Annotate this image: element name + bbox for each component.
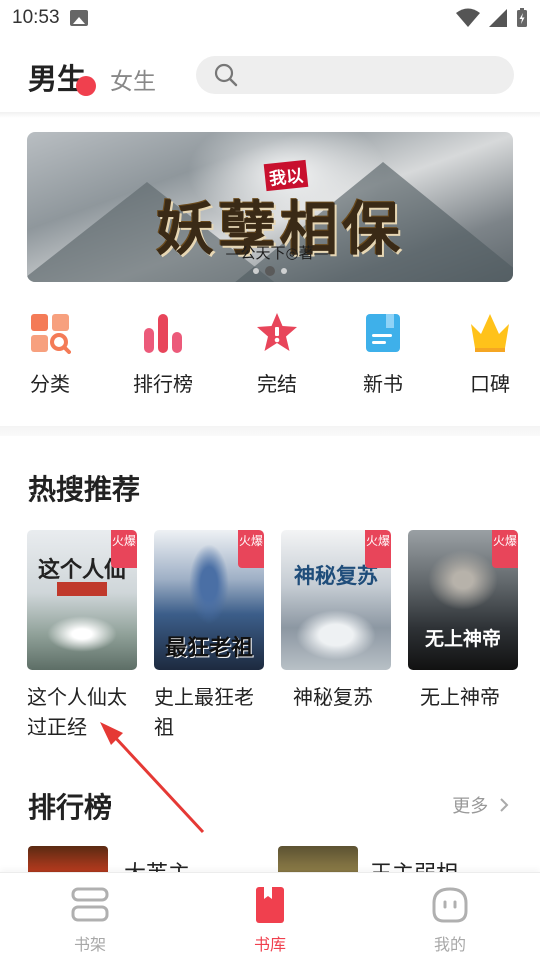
library-book-icon [250, 885, 290, 925]
ranking-more-link[interactable]: 更多 [452, 792, 510, 818]
hot-search-title: 热搜推荐 [28, 473, 141, 506]
book-card[interactable]: 神秘复苏 火爆 神秘复苏 [281, 530, 391, 712]
cover-decoration [296, 610, 376, 660]
chevron-right-icon [500, 798, 509, 812]
quick-nav-label: 口碑 [470, 372, 510, 396]
hot-tag: 火爆 [492, 530, 518, 568]
tab-female[interactable]: 女生 [110, 62, 156, 96]
cover-decoration [428, 550, 498, 610]
nav-label: 书架 [73, 935, 106, 954]
book-cover: 神秘复苏 火爆 [281, 530, 391, 670]
nav-bookshelf[interactable]: 书架 [40, 885, 140, 955]
banner-dot-active [265, 266, 275, 276]
gallery-notification-icon [69, 10, 88, 26]
new-book-icon [362, 312, 404, 354]
book-title: 神秘复苏 [293, 685, 373, 709]
quick-nav-ranking[interactable]: 排行榜 [118, 312, 208, 397]
finished-star-icon [256, 312, 298, 354]
book-title: 史上最狂老祖 [154, 685, 254, 739]
cover-decoration [47, 616, 117, 652]
hot-tag: 火爆 [365, 530, 391, 568]
quick-nav-finished[interactable]: 完结 [232, 312, 322, 397]
signal-icon [489, 9, 507, 27]
quick-nav-label: 分类 [30, 372, 70, 396]
book-title: 这个人仙太过正经 [27, 685, 127, 739]
hot-tag: 火爆 [111, 530, 137, 568]
nav-label: 书库 [253, 935, 286, 954]
banner-dot [253, 268, 259, 274]
book-card[interactable]: 无上神帝 火爆 无上神帝 [408, 530, 518, 712]
top-header: 男生 女生 [0, 40, 540, 110]
quick-nav-reputation[interactable]: 口碑 [445, 312, 535, 397]
book-cover: 最狂老祖 火爆 [154, 530, 264, 670]
promo-banner[interactable]: 我以 妖孽相保 —公天下◎著— [27, 132, 513, 282]
hot-tag: 火爆 [238, 530, 264, 568]
bookshelf-icon [70, 885, 110, 925]
quick-nav-label: 排行榜 [133, 372, 193, 396]
section-divider [0, 426, 540, 436]
crown-icon [469, 312, 511, 354]
cover-decoration [57, 582, 107, 596]
book-title: 无上神帝 [420, 685, 500, 709]
more-label: 更多 [452, 796, 489, 817]
quick-nav-new-books[interactable]: 新书 [338, 312, 428, 397]
cover-title: 无上神帝 [424, 628, 501, 650]
nav-profile[interactable]: 我的 [400, 885, 500, 955]
quick-nav-label: 完结 [257, 372, 297, 396]
quick-nav-category[interactable]: 分类 [5, 312, 95, 397]
search-icon [214, 63, 238, 87]
status-icons [456, 8, 528, 28]
cover-decoration [189, 544, 229, 624]
book-card[interactable]: 最狂老祖 火爆 史上最狂老祖 [154, 530, 264, 742]
ranking-bars-icon [142, 312, 184, 354]
header-divider [0, 112, 540, 118]
quick-nav-label: 新书 [363, 372, 403, 396]
quick-nav: 分类 排行榜 完结 新书 口碑 [0, 312, 540, 402]
nav-library[interactable]: 书库 [220, 885, 320, 955]
nav-label: 我的 [433, 935, 466, 954]
bottom-nav: 书架 书库 我的 [0, 872, 540, 960]
book-cover: 无上神帝 火爆 [408, 530, 518, 670]
battery-icon [517, 8, 527, 27]
notification-dot [76, 76, 96, 96]
search-input[interactable] [196, 56, 514, 94]
ranking-title: 排行榜 [28, 791, 113, 824]
category-icon [29, 312, 71, 354]
banner-dot [281, 268, 287, 274]
status-bar: 10:53 [0, 0, 540, 36]
banner-author: —公天下◎著— [225, 244, 329, 262]
banner-pagination [27, 266, 513, 276]
cover-title: 最狂老祖 [164, 635, 253, 661]
profile-face-icon [430, 885, 470, 925]
status-time: 10:53 [12, 7, 60, 28]
wifi-icon [456, 8, 480, 27]
book-cover: 这个人仙 火爆 [27, 530, 137, 670]
book-card[interactable]: 这个人仙 火爆 这个人仙太过正经 [27, 530, 137, 742]
